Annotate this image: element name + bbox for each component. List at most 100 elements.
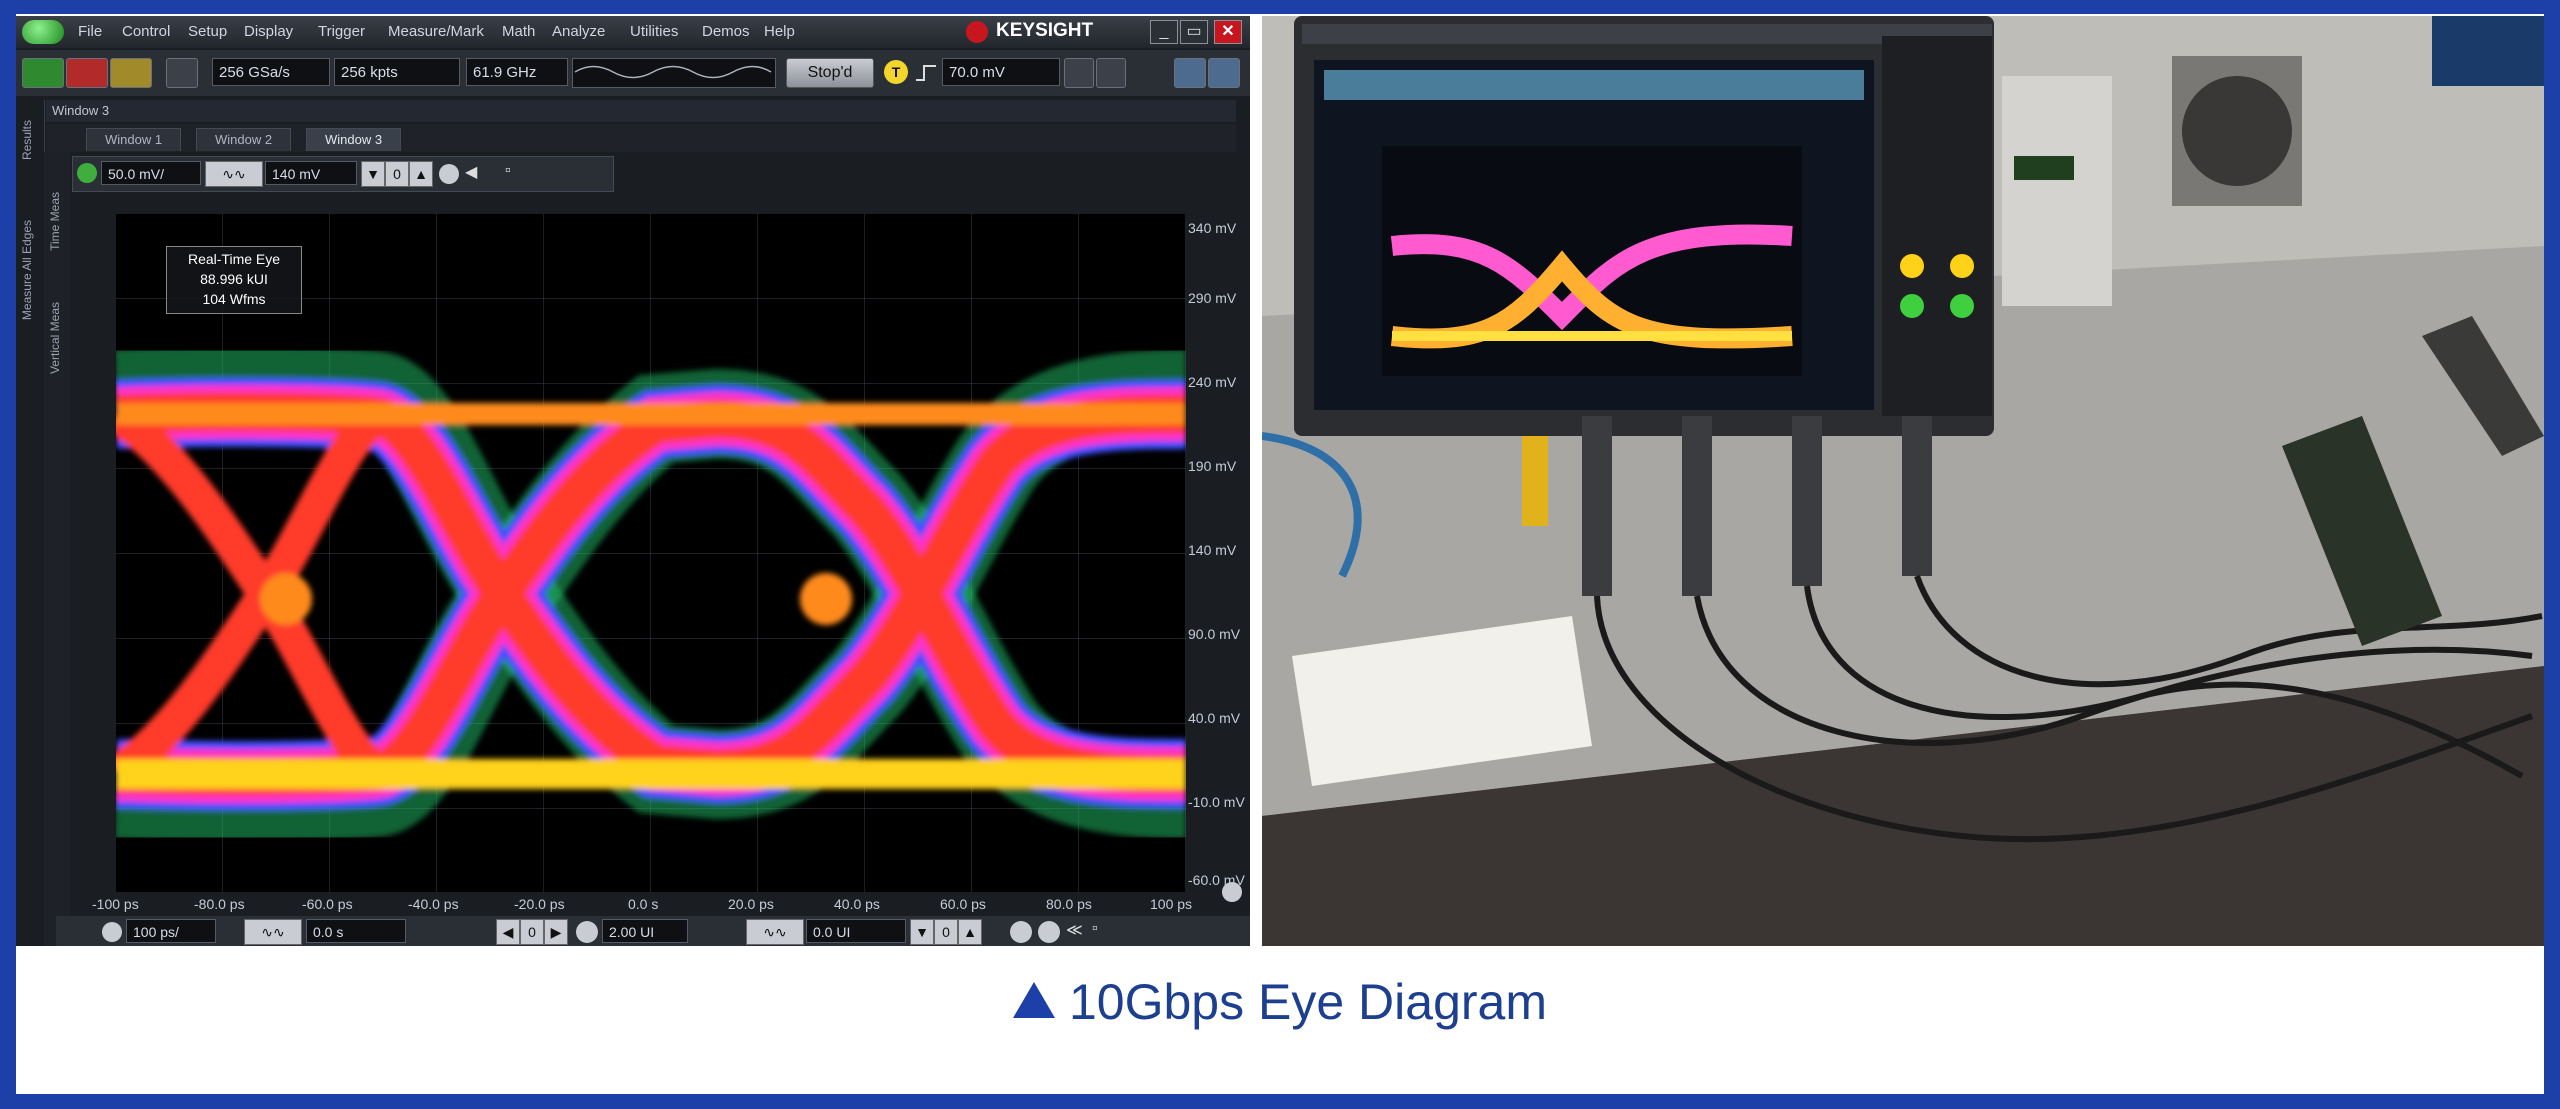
lab-setup-photo	[1262, 16, 2544, 946]
axis-view-icon[interactable]	[1208, 58, 1240, 88]
sample-rate-field[interactable]: 256 GSa/s	[212, 58, 330, 86]
chevron-left-icon[interactable]: ◀	[496, 919, 520, 945]
channel-1-icon[interactable]	[77, 163, 97, 183]
ui-offset-field[interactable]: 0.0 UI	[806, 919, 906, 943]
options-icon[interactable]: ▫	[1092, 920, 1098, 938]
x-label: -40.0 ps	[408, 896, 459, 912]
window-tabs: Window 1 Window 2 Window 3	[46, 124, 1236, 152]
menu-utilities[interactable]: Utilities	[630, 23, 678, 40]
x-label: 60.0 ps	[940, 896, 986, 912]
chevron-up-icon[interactable]: ▲	[409, 161, 433, 187]
menu-display[interactable]: Display	[244, 23, 293, 40]
x-label: 40.0 ps	[834, 896, 880, 912]
eye-diagram-plot[interactable]: Real-Time Eye 88.996 kUI 104 Wfms	[105, 214, 1187, 892]
menu-control[interactable]: Control	[122, 23, 170, 40]
undo-icon[interactable]	[1064, 58, 1094, 88]
measurement-side-tabs: Time Meas Vertical Meas	[44, 152, 70, 946]
zoom-reset-icon[interactable]	[1222, 882, 1242, 902]
eye-diagram-svg	[105, 214, 1187, 892]
x-label: 80.0 ps	[1046, 896, 1092, 912]
ui-scale-field[interactable]: 2.00 UI	[602, 919, 688, 943]
menu-setup[interactable]: Setup	[188, 23, 227, 40]
results-side-panel: Results Measure All Edges	[16, 100, 45, 946]
zero-ui-button[interactable]: 0	[934, 919, 958, 945]
menu-measure-mark[interactable]: Measure/Mark	[388, 23, 484, 40]
stopped-indicator-button[interactable]: Stop'd	[786, 58, 874, 88]
menu-file[interactable]: File	[78, 23, 102, 40]
infiniium-logo-icon[interactable]	[22, 20, 64, 44]
x-label: 0.0 s	[628, 896, 659, 912]
y-label: 340 mV	[1188, 220, 1237, 236]
x-label: -20.0 ps	[514, 896, 565, 912]
brand-name: KEYSIGHT	[996, 20, 1094, 41]
window-title-bar: Window 3	[46, 100, 1236, 122]
waveform-preview	[572, 58, 776, 88]
timebase-controls: 100 ps/ ∿∿ 0.0 s ◀ 0 ▶ 2.00 UI ∿∿ 0.0 UI…	[56, 916, 1250, 946]
coupling-icon[interactable]: ∿∿	[205, 161, 263, 187]
bandwidth-field[interactable]: 61.9 GHz	[466, 58, 568, 86]
y-label: 290 mV	[1188, 290, 1237, 306]
chevron-down-icon[interactable]: ▼	[910, 919, 934, 945]
trigger-icon[interactable]: T	[884, 60, 908, 84]
vertical-meas-tab[interactable]: Vertical Meas	[48, 302, 62, 374]
results-tab[interactable]: Results	[20, 120, 34, 160]
clock-icon[interactable]	[1038, 921, 1060, 943]
zero-offset-button[interactable]: 0	[385, 161, 409, 187]
x-label: 100 ps	[1150, 896, 1193, 912]
restore-icon[interactable]: ▭	[1180, 20, 1208, 44]
stop-run-button[interactable]	[66, 58, 108, 88]
edge-trigger-icon[interactable]	[914, 62, 938, 84]
layout-grid-icon[interactable]	[1174, 58, 1206, 88]
menu-demos[interactable]: Demos	[702, 23, 750, 40]
y-label: 240 mV	[1188, 374, 1237, 390]
options-icon[interactable]: ▫	[505, 162, 511, 180]
position-field[interactable]: 0.0 s	[306, 919, 406, 943]
single-button[interactable]	[110, 58, 152, 88]
redo-icon[interactable]	[1096, 58, 1126, 88]
run-button[interactable]	[22, 58, 64, 88]
readout-waveforms: 104 Wfms	[202, 291, 266, 307]
timebase-field[interactable]: 100 ps/	[126, 919, 216, 943]
trigger-level-field[interactable]: 70.0 mV	[942, 58, 1060, 86]
zero-position-button[interactable]: 0	[520, 919, 544, 945]
close-icon[interactable]: ✕	[1214, 20, 1242, 44]
lab-setup-illustration	[1262, 16, 2544, 946]
menu-analyze[interactable]: Analyze	[552, 23, 605, 40]
tab-window-2[interactable]: Window 2	[196, 128, 292, 151]
horizontal-icon[interactable]	[102, 922, 122, 942]
chevron-up-icon[interactable]: ▲	[958, 919, 982, 945]
y-label: 190 mV	[1188, 458, 1237, 474]
oscilloscope-screen: File Control Setup Display Trigger Measu…	[16, 16, 1250, 946]
menu-trigger[interactable]: Trigger	[318, 23, 365, 40]
tab-window-1[interactable]: Window 1	[86, 128, 182, 151]
autoscale-icon[interactable]	[166, 58, 198, 88]
memory-depth-field[interactable]: 256 kpts	[334, 58, 460, 86]
menu-math[interactable]: Math	[502, 23, 535, 40]
readout-title: Real-Time Eye	[187, 251, 281, 267]
x-label: -80.0 ps	[194, 896, 245, 912]
menu-bar: File Control Setup Display Trigger Measu…	[16, 16, 1250, 48]
menu-help[interactable]: Help	[764, 23, 795, 40]
x-label: -100 ps	[92, 896, 139, 912]
y-label: 40.0 mV	[1188, 710, 1241, 726]
ui-mode-icon[interactable]: ∿∿	[746, 919, 804, 945]
horizontal-mode-icon[interactable]: ∿∿	[244, 919, 302, 945]
chevron-down-icon[interactable]: ▼	[361, 161, 385, 187]
collapse-icon[interactable]: ◀	[465, 162, 477, 182]
offset-field[interactable]: 140 mV	[265, 161, 357, 185]
y-label: 140 mV	[1188, 542, 1237, 558]
caption-text: 10Gbps Eye Diagram	[1068, 974, 1547, 1030]
tab-window-3[interactable]: Window 3	[306, 128, 402, 151]
time-meas-tab[interactable]: Time Meas	[48, 192, 62, 251]
measure-all-edges-tab[interactable]: Measure All Edges	[20, 220, 34, 320]
channel-off-icon[interactable]	[439, 164, 459, 184]
timebase-off-icon[interactable]	[1010, 921, 1032, 943]
y-label: 90.0 mV	[1188, 626, 1241, 642]
triangle-icon	[1012, 981, 1055, 1018]
vertical-scale-field[interactable]: 50.0 mV/	[101, 161, 201, 185]
eye-mode-icon[interactable]	[576, 921, 598, 943]
chevron-right-icon[interactable]: ▶	[544, 919, 568, 945]
minimize-icon[interactable]: _	[1150, 20, 1178, 44]
collapse-icon[interactable]: ≪	[1066, 920, 1083, 940]
channel-scale-controls: 50.0 mV/ ∿∿ 140 mV ▼ 0 ▲ ◀ ▫	[72, 156, 614, 192]
